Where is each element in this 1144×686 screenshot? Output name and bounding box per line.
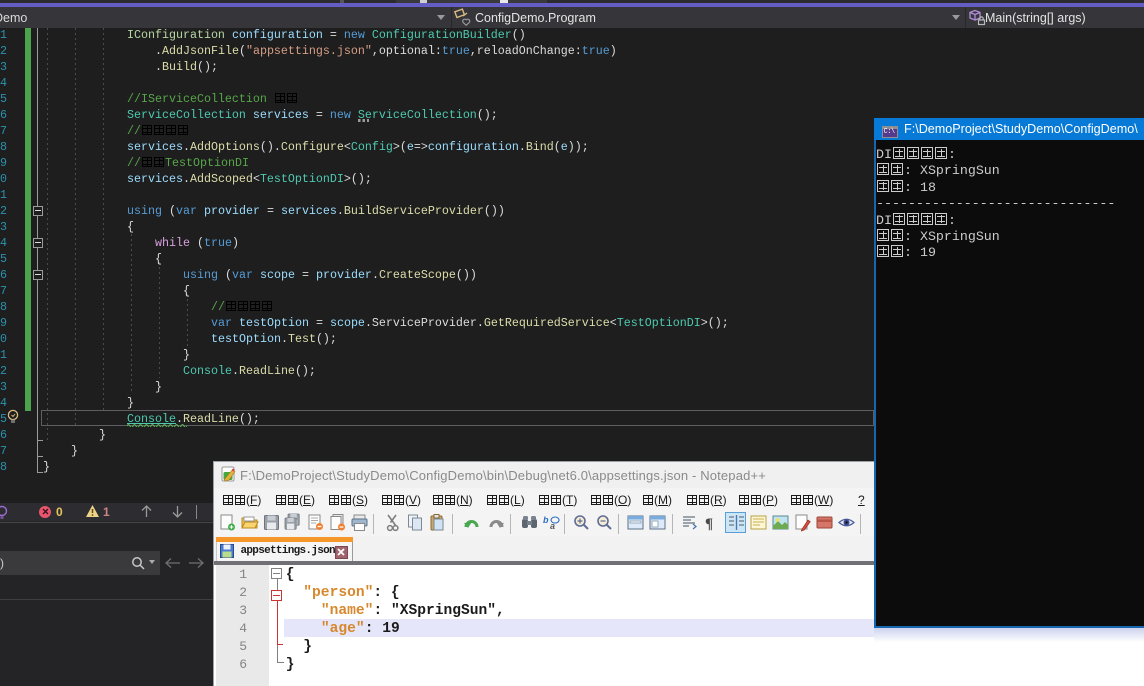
svg-text:b: b	[543, 515, 549, 525]
svg-text:¶: ¶	[705, 516, 713, 532]
